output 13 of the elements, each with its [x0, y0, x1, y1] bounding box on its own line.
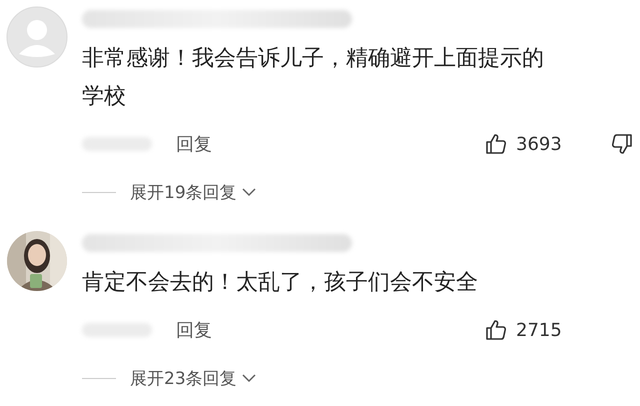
- like-count: 3693: [516, 134, 563, 154]
- reply-link[interactable]: 回复: [176, 132, 212, 156]
- expand-replies-link[interactable]: 展开23条回复: [130, 366, 257, 390]
- thumbs-down-icon[interactable]: [610, 132, 634, 156]
- reply-link[interactable]: 回复: [176, 318, 212, 342]
- comment-text: 肯定不会去的！太乱了，孩子们会不安全: [82, 269, 479, 297]
- like-count: 2715: [516, 320, 563, 340]
- expand-replies-link[interactable]: 展开19条回复: [130, 180, 257, 204]
- chevron-down-icon: [240, 373, 257, 383]
- thumbs-up-icon[interactable]: [484, 318, 508, 342]
- thumbs-up-icon[interactable]: [484, 132, 508, 156]
- chevron-down-icon: [240, 187, 257, 197]
- comment-text: 非常感谢！我会告诉儿子，精确避开上面提示的学校: [82, 45, 545, 111]
